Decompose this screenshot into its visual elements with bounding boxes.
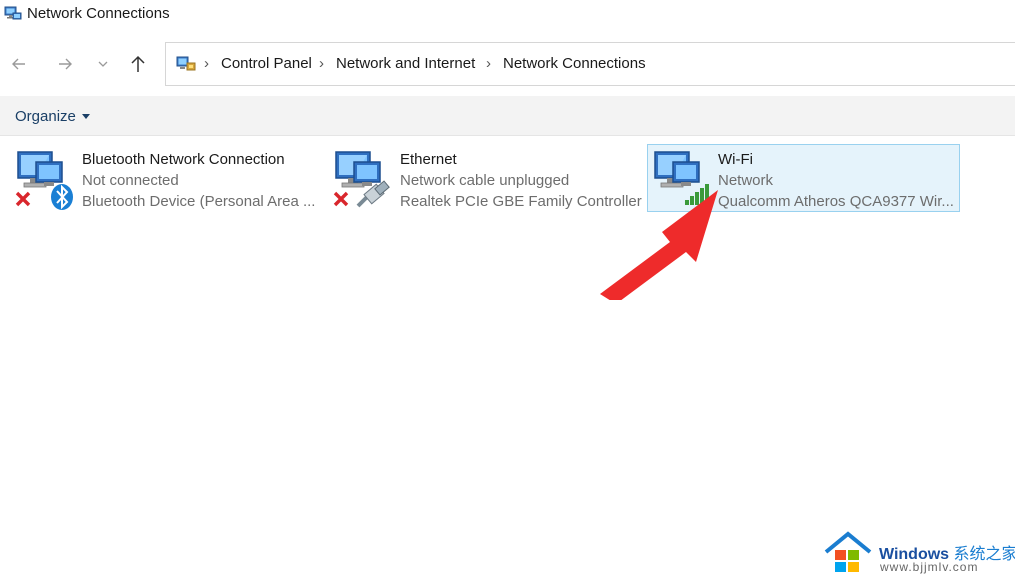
bluetooth-network-icon bbox=[14, 148, 74, 210]
window-title: Network Connections bbox=[27, 5, 170, 22]
recent-locations-button[interactable] bbox=[91, 52, 115, 76]
breadcrumb-network-connections[interactable]: Network Connections bbox=[503, 55, 646, 72]
title-bar: Network Connections bbox=[0, 0, 1015, 30]
breadcrumb-separator: › bbox=[486, 55, 491, 72]
network-connections-icon bbox=[4, 5, 22, 23]
connection-device: Bluetooth Device (Personal Area ... bbox=[82, 193, 316, 210]
bluetooth-icon bbox=[51, 184, 73, 210]
error-x-icon bbox=[333, 191, 349, 207]
arrow-left-icon bbox=[12, 58, 25, 70]
connection-name: Bluetooth Network Connection bbox=[82, 151, 285, 168]
back-button[interactable] bbox=[7, 52, 31, 76]
connection-name: Wi-Fi bbox=[718, 151, 753, 168]
caret-down-icon bbox=[81, 114, 90, 119]
control-panel-icon bbox=[176, 54, 196, 74]
breadcrumb-control-panel[interactable]: Control Panel bbox=[221, 55, 312, 72]
address-bar[interactable]: › Control Panel › Network and Internet ›… bbox=[165, 42, 1015, 86]
connection-status: Not connected bbox=[82, 172, 179, 189]
command-bar: Organize bbox=[0, 96, 1015, 136]
ethernet-network-icon bbox=[332, 148, 392, 208]
up-button[interactable] bbox=[126, 52, 150, 76]
connection-status: Network bbox=[718, 172, 774, 189]
connection-name: Ethernet bbox=[400, 151, 457, 168]
navigation-bar: › Control Panel › Network and Internet ›… bbox=[0, 30, 1015, 96]
windows-house-logo-icon bbox=[824, 530, 872, 576]
watermark: Windows 系统之家 www.bjjmlv.com bbox=[824, 530, 1015, 578]
arrow-up-icon bbox=[131, 55, 145, 72]
watermark-url: www.bjjmlv.com bbox=[880, 560, 979, 574]
error-x-icon bbox=[15, 191, 31, 207]
connection-device: Qualcomm Atheros QCA9377 Wir... bbox=[718, 193, 954, 210]
breadcrumb-separator: › bbox=[319, 55, 324, 72]
chevron-down-icon bbox=[98, 61, 108, 67]
forward-button[interactable] bbox=[53, 52, 77, 76]
breadcrumb-separator: › bbox=[204, 55, 209, 72]
breadcrumb-network-and-internet[interactable]: Network and Internet bbox=[336, 55, 475, 72]
arrow-right-icon bbox=[59, 58, 72, 70]
annotation-arrow-icon bbox=[600, 190, 718, 300]
connection-item-bluetooth[interactable]: Bluetooth Network Connection Not connect… bbox=[0, 144, 320, 212]
organize-label: Organize bbox=[15, 108, 76, 125]
organize-button[interactable]: Organize bbox=[15, 108, 90, 125]
